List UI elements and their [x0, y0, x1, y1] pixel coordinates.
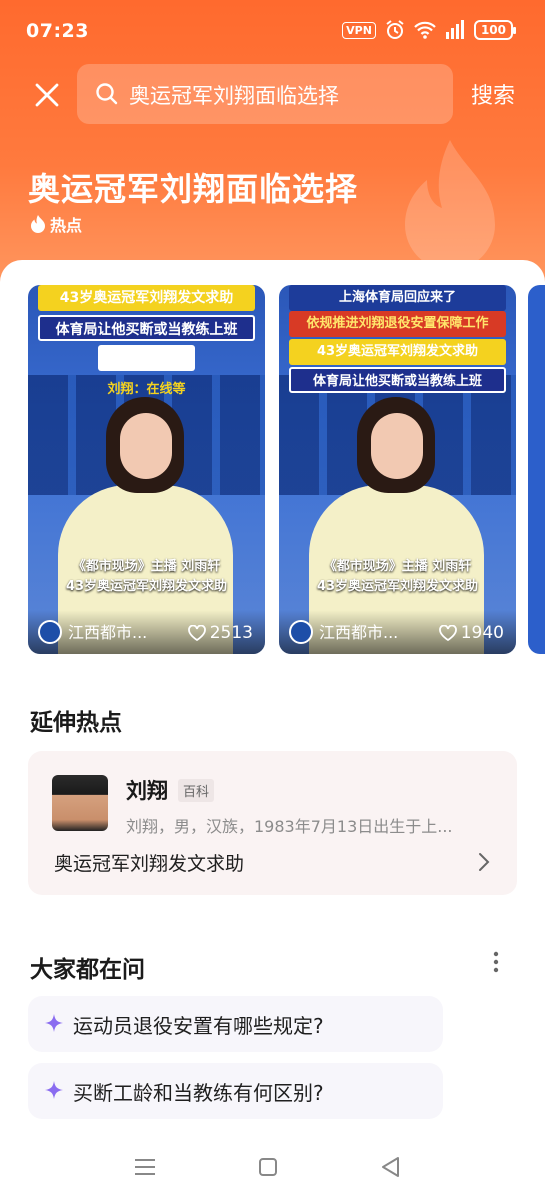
video-banner: 43岁奥运冠军刘翔发文求助 [289, 339, 506, 365]
video-banner: 依规推进刘翔退役安置保障工作 [289, 311, 506, 337]
video-card-1[interactable]: 43岁奥运冠军刘翔发文求助 体育局让他买断或当教练上班 该如何选择 刘翔：在线等… [28, 285, 265, 654]
home-icon[interactable] [253, 1152, 283, 1182]
caption-line: 《都市现场》主播 刘雨轩 [72, 559, 221, 574]
avatar [52, 775, 108, 831]
system-nav-bar [0, 1132, 545, 1199]
source-logo-icon [289, 620, 313, 644]
more-options-icon[interactable] [493, 950, 499, 974]
source-logo-icon [38, 620, 62, 644]
vpn-badge: VPN [342, 21, 376, 39]
video-likes: 1940 [438, 623, 504, 643]
baike-badge: 百科 [178, 779, 215, 802]
close-icon[interactable] [32, 80, 62, 110]
chevron-right-icon[interactable] [477, 851, 491, 873]
extended-topic-link[interactable]: 奥运冠军刘翔发文求助 [54, 849, 244, 876]
video-caption: 《都市现场》主播 刘雨轩 43岁奥运冠军刘翔发文求助 [40, 557, 253, 597]
extended-topic-card[interactable]: 刘翔 百科 刘翔，男，汉族，1983年7月13日出生于上... 奥运冠军刘翔发文… [28, 751, 517, 895]
topic-header: 07:23 VPN 100 奥运冠军刘翔面临选择 搜索 奥运冠军刘翔面临选择 热… [0, 0, 545, 300]
caption-line: 《都市现场》主播 刘雨轩 [323, 559, 472, 574]
video-likes: 2513 [187, 623, 253, 643]
heart-icon [438, 625, 457, 641]
search-icon [96, 83, 118, 105]
video-banner: 该如何选择 [98, 345, 195, 371]
status-icons: VPN 100 [342, 20, 517, 40]
question-item[interactable]: 运动员退役安置有哪些规定? [28, 996, 443, 1052]
heart-icon [187, 625, 206, 641]
caption-line: 43岁奥运冠军刘翔发文求助 [65, 579, 228, 594]
hot-badge: 热点 [30, 212, 82, 236]
section-title-extended: 延伸热点 [30, 710, 122, 736]
caption-line: 43岁奥运冠军刘翔发文求助 [316, 579, 479, 594]
likes-count: 1940 [460, 623, 504, 643]
video-banner: 上海体育局回应来了 [289, 285, 506, 311]
likes-count: 2513 [209, 623, 253, 643]
search-input[interactable]: 奥运冠军刘翔面临选择 [77, 64, 453, 124]
search-button[interactable]: 搜索 [471, 78, 515, 110]
status-bar: 07:23 VPN 100 [0, 0, 545, 64]
search-query: 奥运冠军刘翔面临选择 [129, 84, 339, 108]
person-description: 刘翔，男，汉族，1983年7月13日出生于上... [126, 817, 453, 836]
signal-icon [445, 20, 464, 39]
hot-label: 热点 [50, 216, 83, 235]
main-content: 43岁奥运冠军刘翔发文求助 体育局让他买断或当教练上班 该如何选择 刘翔：在线等… [0, 260, 545, 1199]
sparkle-icon [45, 1081, 63, 1099]
section-title-questions: 大家都在问 [30, 957, 145, 983]
question-text: 买断工龄和当教练有何区别? [73, 1081, 324, 1105]
video-banner: 43岁奥运冠军刘翔发文求助 [38, 285, 255, 311]
flame-watermark-icon [405, 140, 495, 270]
video-banner: 体育局让他买断或当教练上班 [289, 367, 506, 393]
person-name[interactable]: 刘翔 [126, 775, 168, 805]
page-title: 奥运冠军刘翔面临选择 [28, 170, 359, 208]
wifi-icon [414, 21, 436, 39]
back-icon[interactable] [376, 1152, 406, 1182]
question-item[interactable]: 买断工龄和当教练有何区别? [28, 1063, 443, 1119]
video-card-3-partial[interactable] [528, 285, 545, 654]
menu-icon[interactable] [130, 1152, 160, 1182]
sparkle-icon [45, 1014, 63, 1032]
video-banner: 体育局让他买断或当教练上班 [38, 315, 255, 341]
battery-indicator: 100 [473, 20, 517, 40]
video-source: 江西都市... [68, 623, 148, 642]
status-time: 07:23 [26, 20, 89, 42]
question-text: 运动员退役安置有哪些规定? [73, 1014, 324, 1038]
anchor-face [120, 413, 172, 479]
flame-icon [31, 215, 45, 233]
alarm-icon [386, 20, 404, 39]
video-card-2[interactable]: 上海体育局回应来了 依规推进刘翔退役安置保障工作 43岁奥运冠军刘翔发文求助 体… [279, 285, 516, 654]
anchor-face [371, 413, 423, 479]
video-source: 江西都市... [319, 623, 399, 642]
video-caption: 《都市现场》主播 刘雨轩 43岁奥运冠军刘翔发文求助 [291, 557, 504, 597]
